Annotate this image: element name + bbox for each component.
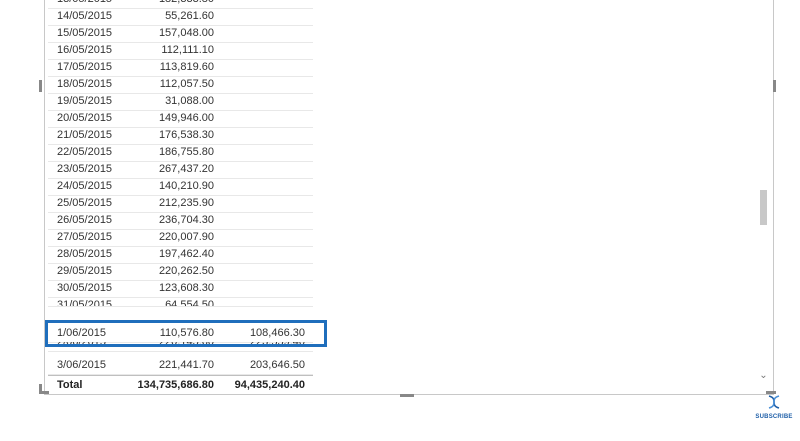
row-date: 26/05/2015	[57, 214, 113, 226]
total-label: Total	[57, 379, 83, 391]
table-row[interactable]: 15/05/2015 157,048.00	[48, 25, 313, 43]
vertical-scrollbar[interactable]: ⌄	[757, 0, 770, 385]
row-date: 20/05/2015	[57, 112, 113, 124]
table-row[interactable]: 16/05/2015 112,111.10	[48, 42, 313, 60]
total-value-1: 134,735,686.80	[137, 379, 214, 391]
row-date: 23/05/2015	[57, 163, 113, 175]
row-value-1: 220,007.90	[158, 231, 214, 243]
row-date: 14/05/2015	[57, 10, 113, 22]
row-date: 3/06/2015	[57, 359, 106, 371]
row-value-1: 113,819.60	[159, 61, 214, 73]
resize-handle-left[interactable]	[39, 80, 42, 92]
table-row[interactable]: 28/05/2015 197,462.40	[48, 246, 313, 264]
table-row[interactable]: 27/05/2015 220,007.90	[48, 229, 313, 247]
row-date: 30/05/2015	[57, 282, 113, 294]
table-row[interactable]: 19/05/2015 31,088.00	[48, 93, 313, 111]
table-row[interactable]: 3/06/2015 221,441.70 203,646.50	[48, 357, 313, 375]
row-value-1: 176,538.30	[158, 129, 214, 141]
row-date: 19/05/2015	[57, 95, 113, 107]
row-date: 29/05/2015	[57, 265, 113, 277]
table-row[interactable]: 18/05/2015 112,057.50	[48, 76, 313, 94]
table-row-clipped[interactable]: 31/05/2015 64,554.50	[48, 297, 313, 307]
row-value-1: 64,554.50	[165, 299, 214, 307]
row-value-1: 220,262.50	[158, 265, 214, 277]
row-value-1: 112,057.50	[159, 78, 214, 90]
resize-handle-right[interactable]	[773, 80, 776, 92]
row-value-1: 112,111.10	[161, 44, 214, 56]
row-date: 15/05/2015	[57, 27, 113, 39]
row-date: 28/05/2015	[57, 248, 113, 260]
resize-handle-bottom-right[interactable]	[766, 391, 776, 394]
row-value-1: 31,088.00	[165, 95, 214, 107]
table-row[interactable]: 14/05/2015 55,261.60	[48, 8, 313, 26]
row-value-1: 221,441.70	[158, 359, 214, 371]
row-value-1: 197,462.40	[158, 248, 214, 260]
table-row[interactable]: 21/05/2015 176,538.30	[48, 127, 313, 145]
table-row[interactable]: 26/05/2015 236,704.30	[48, 212, 313, 230]
row-date: 22/05/2015	[57, 146, 113, 158]
row-date: 31/05/2015	[57, 299, 113, 307]
row-value-1: 236,704.30	[158, 214, 214, 226]
subscribe-logo[interactable]: SUBSCRIBE	[752, 395, 796, 421]
row-value-1: 140,210.90	[158, 180, 214, 192]
table-row[interactable]: 30/05/2015 123,608.30	[48, 280, 313, 298]
table-row[interactable]: 29/05/2015 220,262.50	[48, 263, 313, 281]
highlight-box	[45, 320, 327, 347]
row-date: 17/05/2015	[57, 61, 113, 73]
table-row[interactable]: 20/05/2015 149,946.00	[48, 110, 313, 128]
table-row[interactable]: 24/05/2015 140,210.90	[48, 178, 313, 196]
row-date: 25/05/2015	[57, 197, 113, 209]
row-date: 18/05/2015	[57, 78, 113, 90]
row-value-1: 182,333.80	[159, 0, 214, 8]
row-value-1: 267,437.20	[158, 163, 214, 175]
row-date: 13/05/2015	[57, 0, 112, 8]
table-row[interactable]: 22/05/2015 186,755.80	[48, 144, 313, 162]
resize-handle-bottom-left-vertical[interactable]	[39, 384, 42, 394]
row-value-1: 212,235.90	[158, 197, 214, 209]
row-value-1: 149,946.00	[158, 112, 214, 124]
scroll-down-arrow-icon[interactable]: ⌄	[757, 370, 770, 382]
dna-icon	[768, 395, 780, 409]
row-date: 27/05/2015	[57, 231, 113, 243]
row-date: 24/05/2015	[57, 180, 113, 192]
resize-handle-bottom[interactable]	[400, 394, 414, 397]
total-value-2: 94,435,240.40	[234, 379, 305, 391]
row-value-1: 157,048.00	[158, 27, 214, 39]
total-row: Total 134,735,686.80 94,435,240.40	[48, 375, 313, 394]
row-value-1: 186,755.80	[158, 146, 214, 158]
table-row[interactable]: 17/05/2015 113,819.60	[48, 59, 313, 77]
row-value-1: 55,261.60	[165, 10, 214, 22]
row-value-1: 123,608.30	[158, 282, 214, 294]
table-row[interactable]: 25/05/2015 212,235.90	[48, 195, 313, 213]
row-date: 21/05/2015	[57, 129, 113, 141]
scrollbar-thumb[interactable]	[760, 190, 767, 225]
table-row[interactable]: 23/05/2015 267,437.20	[48, 161, 313, 179]
row-date: 16/05/2015	[57, 44, 113, 56]
row-value-2: 203,646.50	[249, 359, 305, 371]
subscribe-label: SUBSCRIBE	[755, 414, 793, 420]
